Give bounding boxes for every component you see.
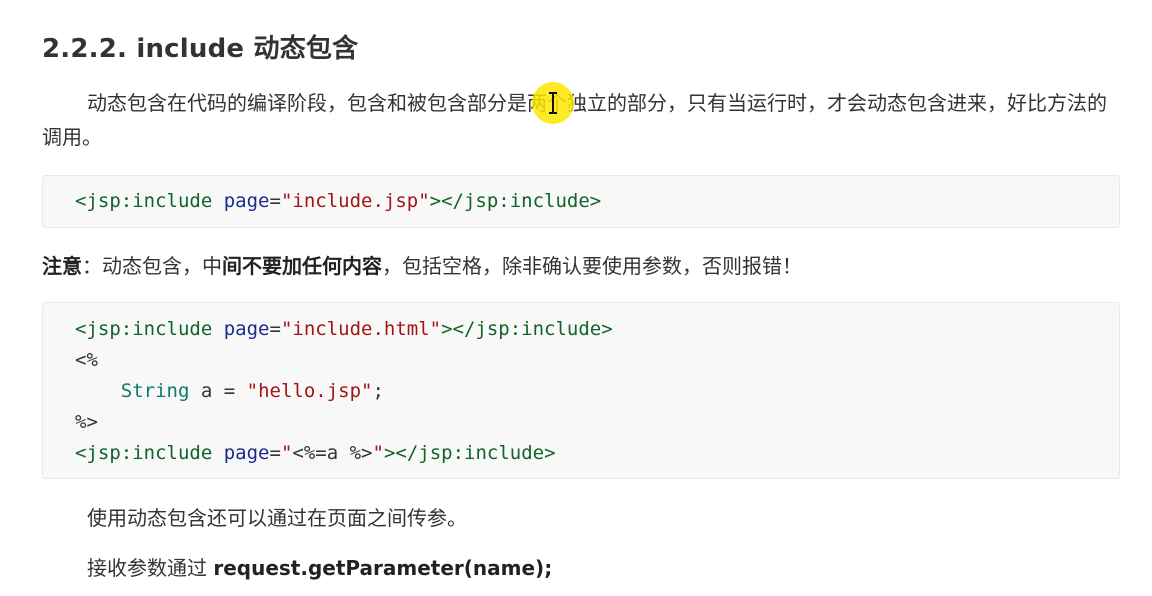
code-scriptlet-close: %> (75, 411, 98, 433)
receive-param-code: request.getParameter(name); (213, 556, 553, 580)
param-paragraph: 使用动态包含还可以通过在页面之间传参。 (87, 506, 467, 530)
code-line: <jsp:include page="include.jsp"></jsp:in… (75, 186, 1119, 217)
code-tag-open: <jsp:include (75, 318, 213, 340)
note-text: ：动态包含，中 (82, 254, 222, 278)
code-attr-quote-open: " (280, 442, 293, 464)
code-attr-value: "include.jsp" (280, 190, 430, 212)
code-expression-body: a %> (326, 442, 373, 464)
receive-param-text: 接收参数通过 (87, 556, 214, 580)
code-line: <% (75, 345, 1119, 376)
code-attr-value: "include.html" (280, 318, 442, 340)
code-equals: = (269, 190, 281, 212)
code-attr-name: page (212, 442, 270, 464)
code-tag-close: ></jsp:include> (441, 318, 613, 340)
receive-param-paragraph: 接收参数通过 request.getParameter(name); (87, 551, 552, 585)
code-attr-quote-close: " (372, 442, 384, 464)
code-attr-name: page (212, 190, 270, 212)
code-tag-close: ></jsp:include> (429, 190, 602, 212)
code-variable: a (189, 380, 224, 402)
note-label: 注意 (42, 254, 82, 278)
code-attr-name: page (212, 318, 270, 340)
code-equals: = (223, 380, 236, 402)
code-semicolon: ; (372, 380, 384, 402)
description-paragraph: 动态包含在代码的编译阶段，包含和被包含部分是两个独立的部分，只有当运行时，才会动… (42, 91, 1107, 149)
code-tag-close: ></jsp:include> (383, 442, 556, 464)
note-paragraph: 注意：动态包含，中间不要加任何内容，包括空格，除非确认要使用参数，否则报错！ (42, 249, 802, 283)
code-equals: = (269, 318, 281, 340)
code-line: String a = "hello.jsp"; (75, 376, 1119, 407)
note-rest: ，包括空格，除非确认要使用参数，否则报错！ (382, 254, 802, 278)
note-bold-text: 间不要加任何内容 (222, 254, 382, 278)
code-expression-open: <%= (292, 442, 327, 464)
code-string: "hello.jsp" (246, 380, 373, 402)
code-tag-open: <jsp:include (75, 442, 213, 464)
code-line: <jsp:include page="include.html"></jsp:i… (75, 314, 1119, 345)
code-block-include-jsp[interactable]: <jsp:include page="include.jsp"></jsp:in… (42, 175, 1120, 228)
code-line: %> (75, 407, 1119, 438)
code-block-include-html[interactable]: <jsp:include page="include.html"></jsp:i… (42, 302, 1120, 479)
section-heading: 2.2.2. include 动态包含 (42, 34, 359, 64)
code-type: String (120, 380, 190, 402)
code-tag-open: <jsp:include (75, 190, 213, 212)
code-line: <jsp:include page="<%=a %>"></jsp:includ… (75, 438, 1119, 469)
code-scriptlet-open: <% (75, 349, 98, 371)
code-equals: = (269, 442, 281, 464)
